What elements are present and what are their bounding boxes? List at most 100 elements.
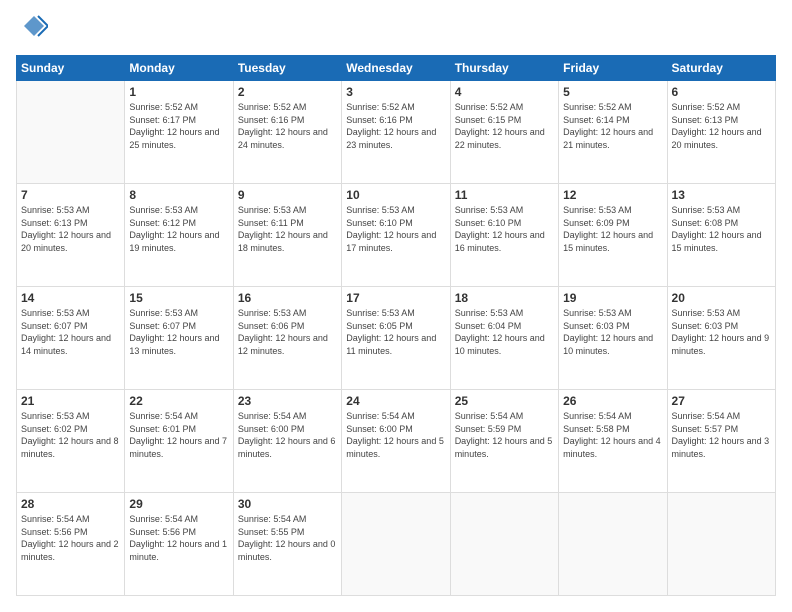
day-info: Sunrise: 5:52 AMSunset: 6:17 PMDaylight:… [129,101,228,151]
day-info: Sunrise: 5:54 AMSunset: 5:56 PMDaylight:… [21,513,120,563]
page: SundayMondayTuesdayWednesdayThursdayFrid… [0,0,792,612]
calendar-cell: 29 Sunrise: 5:54 AMSunset: 5:56 PMDayligh… [125,493,233,596]
week-row-1: 1 Sunrise: 5:52 AMSunset: 6:17 PMDaylight… [17,81,776,184]
day-number: 8 [129,188,228,202]
day-number: 15 [129,291,228,305]
week-row-3: 14 Sunrise: 5:53 AMSunset: 6:07 PMDayligh… [17,287,776,390]
day-info: Sunrise: 5:53 AMSunset: 6:07 PMDaylight:… [21,307,120,357]
calendar-table: SundayMondayTuesdayWednesdayThursdayFrid… [16,55,776,596]
day-number: 4 [455,85,554,99]
day-number: 24 [346,394,445,408]
day-info: Sunrise: 5:53 AMSunset: 6:10 PMDaylight:… [455,204,554,254]
day-number: 18 [455,291,554,305]
weekday-header-tuesday: Tuesday [233,56,341,81]
day-number: 9 [238,188,337,202]
day-info: Sunrise: 5:54 AMSunset: 6:01 PMDaylight:… [129,410,228,460]
day-info: Sunrise: 5:53 AMSunset: 6:11 PMDaylight:… [238,204,337,254]
calendar-cell [559,493,667,596]
calendar-cell: 5 Sunrise: 5:52 AMSunset: 6:14 PMDaylight… [559,81,667,184]
weekday-header-thursday: Thursday [450,56,558,81]
day-number: 23 [238,394,337,408]
calendar-cell: 10Sunrise: 5:53 AMSunset: 6:10 PMDayligh… [342,184,450,287]
day-info: Sunrise: 5:54 AMSunset: 5:59 PMDaylight:… [455,410,554,460]
calendar-cell: 6Sunrise: 5:52 AMSunset: 6:13 PMDaylight… [667,81,775,184]
day-info: Sunrise: 5:53 AMSunset: 6:03 PMDaylight:… [672,307,771,357]
calendar-cell: 26 Sunrise: 5:54 AMSunset: 5:58 PMDayligh… [559,390,667,493]
calendar-cell: 16 Sunrise: 5:53 AMSunset: 6:06 PMDayligh… [233,287,341,390]
calendar-cell: 25 Sunrise: 5:54 AMSunset: 5:59 PMDayligh… [450,390,558,493]
day-info: Sunrise: 5:53 AMSunset: 6:08 PMDaylight:… [672,204,771,254]
day-info: Sunrise: 5:52 AMSunset: 6:15 PMDaylight:… [455,101,554,151]
weekday-header-sunday: Sunday [17,56,125,81]
weekday-header-row: SundayMondayTuesdayWednesdayThursdayFrid… [17,56,776,81]
calendar-cell: 11 Sunrise: 5:53 AMSunset: 6:10 PMDayligh… [450,184,558,287]
logo-icon [20,12,48,45]
weekday-header-saturday: Saturday [667,56,775,81]
day-info: Sunrise: 5:53 AMSunset: 6:04 PMDaylight:… [455,307,554,357]
calendar-cell: 24 Sunrise: 5:54 AMSunset: 6:00 PMDayligh… [342,390,450,493]
day-number: 14 [21,291,120,305]
day-info: Sunrise: 5:52 AMSunset: 6:14 PMDaylight:… [563,101,662,151]
day-number: 17 [346,291,445,305]
day-number: 28 [21,497,120,511]
calendar-cell: 3 Sunrise: 5:52 AMSunset: 6:16 PMDaylight… [342,81,450,184]
calendar-cell: 7 Sunrise: 5:53 AMSunset: 6:13 PMDaylight… [17,184,125,287]
day-info: Sunrise: 5:54 AMSunset: 6:00 PMDaylight:… [346,410,445,460]
calendar-cell: 22 Sunrise: 5:54 AMSunset: 6:01 PMDayligh… [125,390,233,493]
calendar-cell: 20 Sunrise: 5:53 AMSunset: 6:03 PMDayligh… [667,287,775,390]
calendar-cell [450,493,558,596]
day-number: 11 [455,188,554,202]
calendar-cell: 19Sunrise: 5:53 AMSunset: 6:03 PMDayligh… [559,287,667,390]
day-number: 5 [563,85,662,99]
calendar-cell: 12Sunrise: 5:53 AMSunset: 6:09 PMDayligh… [559,184,667,287]
week-row-5: 28 Sunrise: 5:54 AMSunset: 5:56 PMDayligh… [17,493,776,596]
calendar-cell: 8 Sunrise: 5:53 AMSunset: 6:12 PMDaylight… [125,184,233,287]
day-info: Sunrise: 5:53 AMSunset: 6:12 PMDaylight:… [129,204,228,254]
day-info: Sunrise: 5:54 AMSunset: 6:00 PMDaylight:… [238,410,337,460]
calendar-cell: 14 Sunrise: 5:53 AMSunset: 6:07 PMDayligh… [17,287,125,390]
day-info: Sunrise: 5:53 AMSunset: 6:13 PMDaylight:… [21,204,120,254]
day-number: 29 [129,497,228,511]
day-number: 21 [21,394,120,408]
calendar-cell: 23 Sunrise: 5:54 AMSunset: 6:00 PMDayligh… [233,390,341,493]
weekday-header-wednesday: Wednesday [342,56,450,81]
weekday-header-monday: Monday [125,56,233,81]
day-number: 20 [672,291,771,305]
day-number: 2 [238,85,337,99]
day-number: 3 [346,85,445,99]
day-number: 25 [455,394,554,408]
day-info: Sunrise: 5:52 AMSunset: 6:16 PMDaylight:… [238,101,337,151]
day-number: 16 [238,291,337,305]
calendar-cell: 9 Sunrise: 5:53 AMSunset: 6:11 PMDaylight… [233,184,341,287]
week-row-2: 7 Sunrise: 5:53 AMSunset: 6:13 PMDaylight… [17,184,776,287]
day-info: Sunrise: 5:54 AMSunset: 5:57 PMDaylight:… [672,410,771,460]
day-number: 27 [672,394,771,408]
day-number: 19 [563,291,662,305]
calendar-cell: 28 Sunrise: 5:54 AMSunset: 5:56 PMDayligh… [17,493,125,596]
day-info: Sunrise: 5:53 AMSunset: 6:05 PMDaylight:… [346,307,445,357]
calendar-cell: 17 Sunrise: 5:53 AMSunset: 6:05 PMDayligh… [342,287,450,390]
calendar-cell: 21 Sunrise: 5:53 AMSunset: 6:02 PMDayligh… [17,390,125,493]
header [16,16,776,45]
day-info: Sunrise: 5:53 AMSunset: 6:06 PMDaylight:… [238,307,337,357]
day-number: 13 [672,188,771,202]
logo [16,16,48,45]
day-number: 22 [129,394,228,408]
day-info: Sunrise: 5:52 AMSunset: 6:16 PMDaylight:… [346,101,445,151]
day-info: Sunrise: 5:54 AMSunset: 5:58 PMDaylight:… [563,410,662,460]
calendar-cell: 27 Sunrise: 5:54 AMSunset: 5:57 PMDayligh… [667,390,775,493]
day-number: 26 [563,394,662,408]
calendar-cell: 15 Sunrise: 5:53 AMSunset: 6:07 PMDayligh… [125,287,233,390]
day-number: 7 [21,188,120,202]
weekday-header-friday: Friday [559,56,667,81]
week-row-4: 21 Sunrise: 5:53 AMSunset: 6:02 PMDayligh… [17,390,776,493]
calendar-cell: 13 Sunrise: 5:53 AMSunset: 6:08 PMDayligh… [667,184,775,287]
calendar-cell: 18 Sunrise: 5:53 AMSunset: 6:04 PMDayligh… [450,287,558,390]
day-info: Sunrise: 5:53 AMSunset: 6:07 PMDaylight:… [129,307,228,357]
calendar-cell [667,493,775,596]
calendar-cell: 4 Sunrise: 5:52 AMSunset: 6:15 PMDaylight… [450,81,558,184]
day-info: Sunrise: 5:53 AMSunset: 6:02 PMDaylight:… [21,410,120,460]
day-number: 1 [129,85,228,99]
day-info: Sunrise: 5:54 AMSunset: 5:56 PMDaylight:… [129,513,228,563]
day-number: 6 [672,85,771,99]
